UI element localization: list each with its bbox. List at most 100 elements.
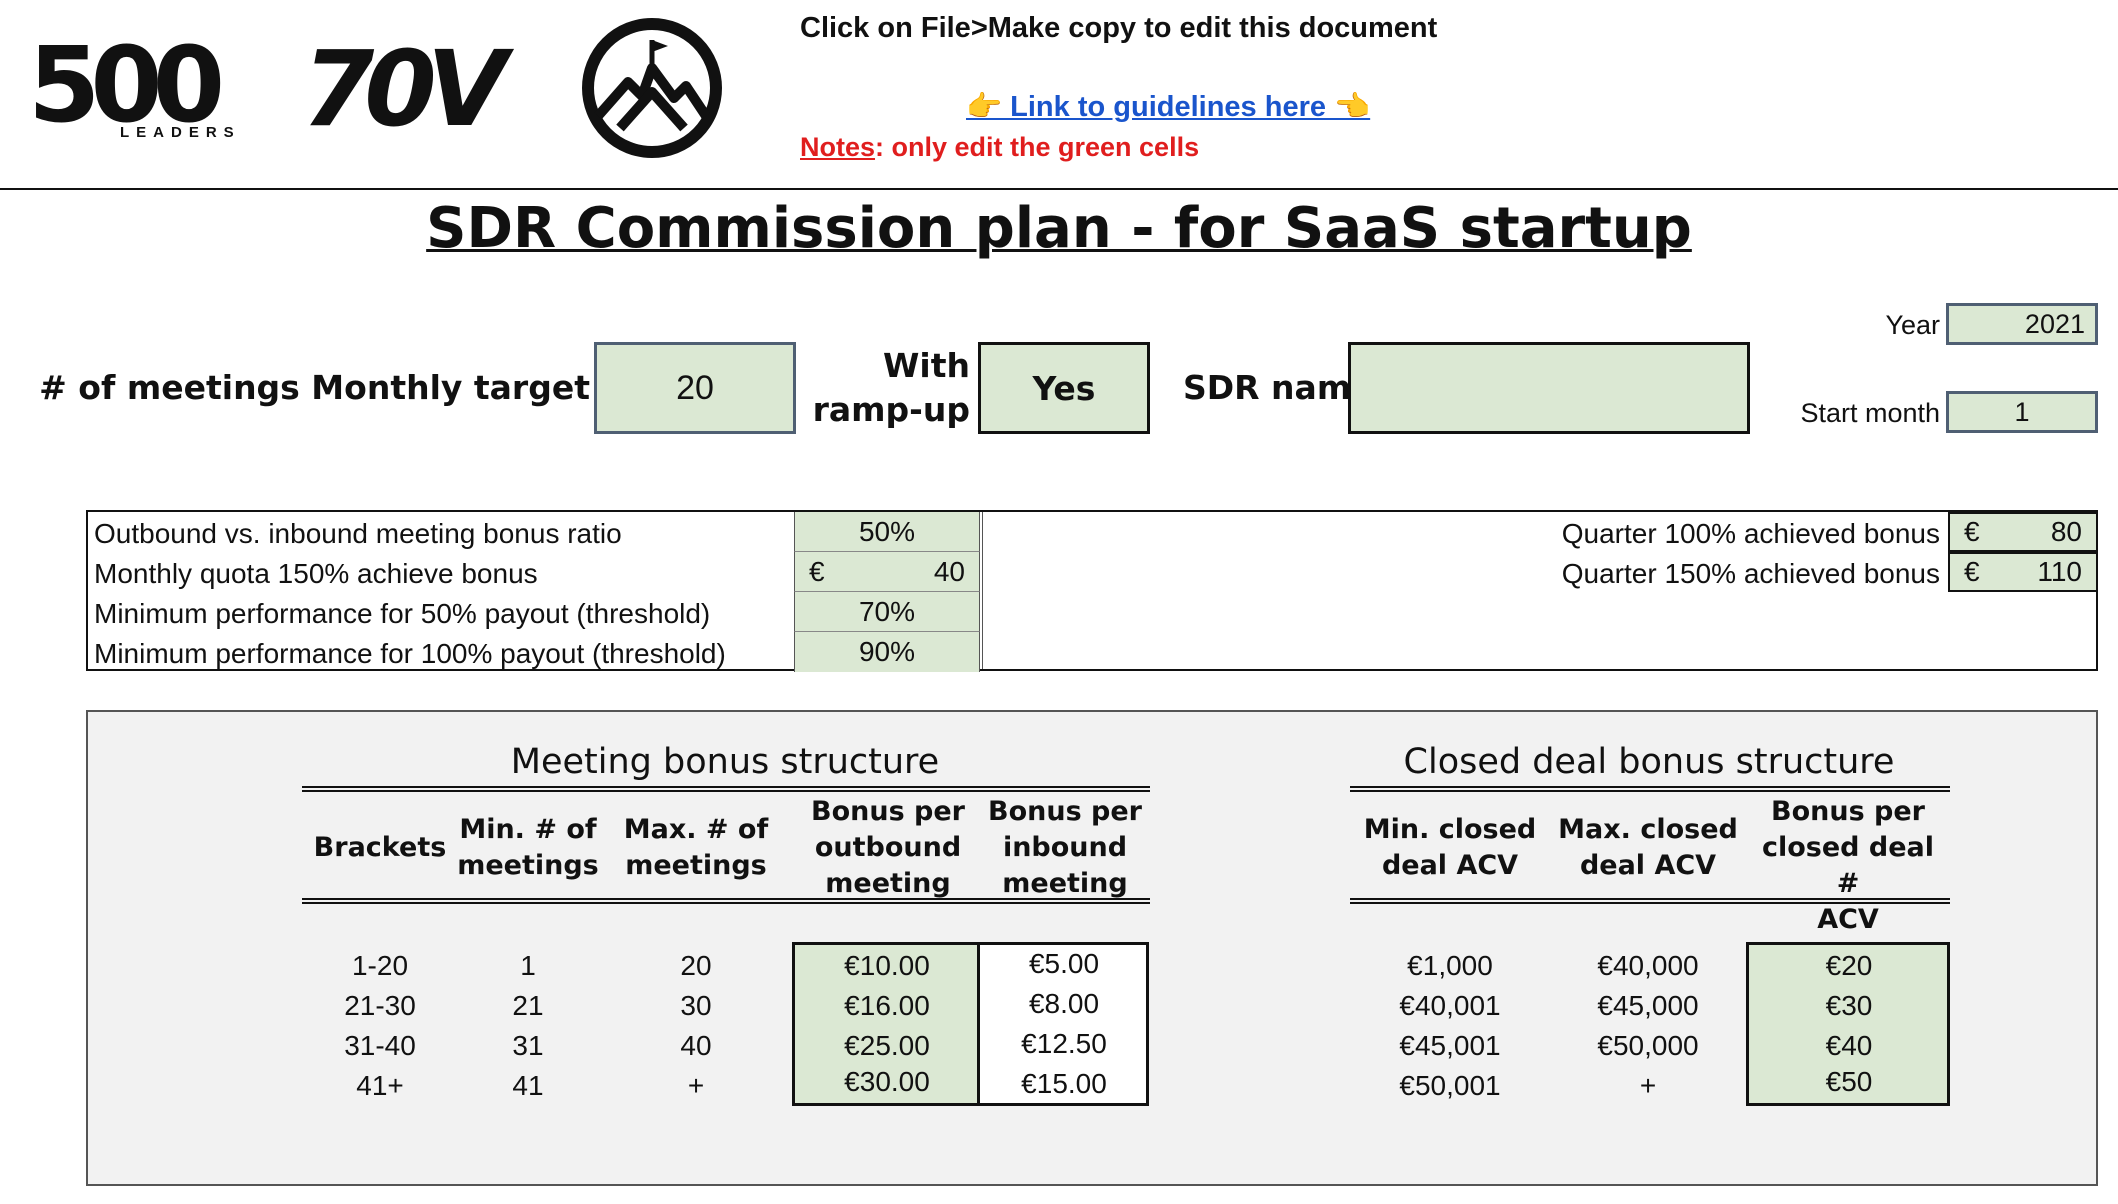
header-line: Bonus per (1771, 796, 1925, 827)
header-line: closed deal # (1761, 832, 1935, 899)
header-line: Brackets (313, 832, 447, 863)
min-meetings-cell: 21 (512, 990, 544, 1021)
min-acv-cell: €1,000 (1407, 950, 1493, 981)
year-input[interactable]: 2021 (1946, 303, 2098, 345)
guidelines-link[interactable]: 👉 Link to guidelines here 👈 (966, 90, 1370, 124)
min-meetings-cell: 41 (512, 1070, 544, 1101)
start-month-input[interactable]: 1 (1946, 391, 2098, 433)
min-acv-cell: €40,001 (1399, 990, 1501, 1021)
header-line: outbound (814, 832, 962, 863)
col-header-brackets: Brackets (310, 830, 450, 866)
currency-symbol: € (1964, 516, 1980, 547)
deal-header-top-rule (1350, 786, 1950, 792)
param-label: Monthly quota 150% achieve bonus (94, 558, 538, 589)
outbound-bonus-cell[interactable]: €10.00 (796, 946, 978, 986)
copy-instruction: Click on File>Make copy to edit this doc… (800, 12, 1438, 44)
inbound-bonus-cell: €12.50 (1021, 1028, 1107, 1059)
col-header-max-meetings: Max. # of meetings (618, 812, 774, 884)
bracket-cell: 31-40 (344, 1030, 416, 1061)
header-line: Max. closed (1558, 814, 1738, 845)
logo-70v-text: 70V (302, 28, 507, 150)
meeting-bonus-title: Meeting bonus structure (510, 742, 940, 782)
deal-bonus-cell[interactable]: €40 (1750, 1026, 1948, 1066)
outbound-inbound-ratio-input[interactable]: 50% (794, 512, 980, 552)
param-value: 70% (858, 595, 916, 627)
min-acv-cell: €50,001 (1399, 1070, 1501, 1101)
currency-symbol: € (1964, 556, 1980, 587)
max-meetings-cell: 30 (680, 990, 712, 1021)
header-line: Bonus per (988, 796, 1142, 827)
header-line: Max. # of (623, 814, 769, 845)
header-line: inbound (1002, 832, 1128, 863)
col-header-outbound-bonus: Bonus per outbound meeting (796, 794, 980, 902)
min-meetings-cell: 31 (512, 1030, 544, 1061)
outbound-bonus-cell[interactable]: €30.00 (796, 1062, 978, 1102)
max-acv-cell: + (1639, 1070, 1657, 1101)
params-column-divider (982, 512, 983, 669)
col-header-inbound-bonus: Bonus per inbound meeting (976, 794, 1154, 902)
header-line: Min. # of (459, 814, 597, 845)
bracket-cell: 41+ (356, 1070, 404, 1101)
quarter-bonus-label: Quarter 150% achieved bonus (1561, 558, 1940, 589)
currency-symbol: € (809, 555, 825, 587)
bracket-cell: 21-30 (344, 990, 416, 1021)
monthly-target-label: # of meetings Monthly target (39, 368, 590, 407)
meeting-header-top-rule (302, 786, 1150, 792)
quarter-150-bonus-input[interactable]: €110 (1948, 552, 2098, 592)
col-header-max-acv: Max. closed deal ACV (1550, 812, 1746, 884)
page-title-text: SDR Commission plan - for SaaS startup (426, 196, 1692, 261)
monthly-target-input[interactable]: 20 (594, 342, 796, 434)
header-line: ACV (1817, 904, 1879, 935)
header-line: Min. closed (1363, 814, 1537, 845)
header-line: deal ACV (1381, 850, 1519, 881)
col-header-min-acv: Min. closed deal ACV (1352, 812, 1548, 884)
70v-logo: 70V (302, 28, 524, 150)
param-label: Minimum performance for 100% payout (thr… (94, 638, 726, 669)
header-divider (0, 188, 2118, 190)
param-label: Outbound vs. inbound meeting bonus ratio (94, 518, 622, 549)
max-meetings-cell: 40 (680, 1030, 712, 1061)
col-header-min-meetings: Min. # of meetings (450, 812, 606, 884)
outbound-bonus-cell[interactable]: €25.00 (796, 1026, 978, 1066)
notes-label: Notes (800, 132, 876, 162)
inbound-bonus-cell: €15.00 (1021, 1068, 1107, 1099)
500-leaders-logo: 500 LEADERS (28, 24, 260, 148)
edit-notes: Notes: only edit the green cells (800, 132, 1199, 163)
sdr-name-input[interactable] (1348, 342, 1750, 434)
ramp-up-label: With ramp-up (813, 344, 970, 432)
max-meetings-cell: + (687, 1070, 705, 1101)
page-title: SDR Commission plan - for SaaS startup (0, 196, 2118, 261)
max-acv-cell: €45,000 (1597, 990, 1699, 1021)
mountain-flag-logo (580, 16, 724, 160)
max-meetings-cell: 20 (680, 950, 712, 981)
param-label: Minimum performance for 50% payout (thre… (94, 598, 711, 629)
header-line: meeting (825, 868, 951, 899)
quarter-100-bonus-input[interactable]: €80 (1948, 512, 2098, 552)
deal-bonus-cell[interactable]: €20 (1750, 946, 1948, 986)
bracket-cell: 1-20 (351, 950, 409, 981)
monthly-150-bonus-input[interactable]: €40 (794, 552, 980, 592)
header-line: meetings (625, 850, 767, 881)
header-line: deal ACV (1579, 850, 1717, 881)
year-label: Year (1885, 310, 1940, 340)
threshold-100-input[interactable]: 90% (794, 632, 980, 672)
deal-bonus-cell[interactable]: €50 (1750, 1062, 1948, 1102)
param-value: 50% (858, 515, 916, 547)
threshold-50-input[interactable]: 70% (794, 592, 980, 632)
param-value: 90% (858, 636, 916, 667)
deal-bonus-cell[interactable]: €30 (1750, 986, 1948, 1026)
inbound-bonus-cell: €8.00 (1028, 988, 1100, 1019)
ramp-up-label-line1: With (883, 346, 970, 385)
outbound-bonus-cell[interactable]: €16.00 (796, 986, 978, 1026)
param-value: 40 (933, 555, 965, 587)
header-line: meeting (1002, 868, 1128, 899)
quarter-bonus-label: Quarter 100% achieved bonus (1561, 518, 1940, 549)
logo-500-subtext: LEADERS (120, 124, 241, 141)
start-month-label: Start month (1800, 398, 1940, 428)
header-line: Bonus per (811, 796, 965, 827)
max-acv-cell: €40,000 (1597, 950, 1699, 981)
ramp-up-select[interactable]: Yes (978, 342, 1150, 434)
header-line: meetings (457, 850, 599, 881)
deal-bonus-title: Closed deal bonus structure (1403, 742, 1895, 782)
ramp-up-label-line2: ramp-up (812, 390, 970, 429)
